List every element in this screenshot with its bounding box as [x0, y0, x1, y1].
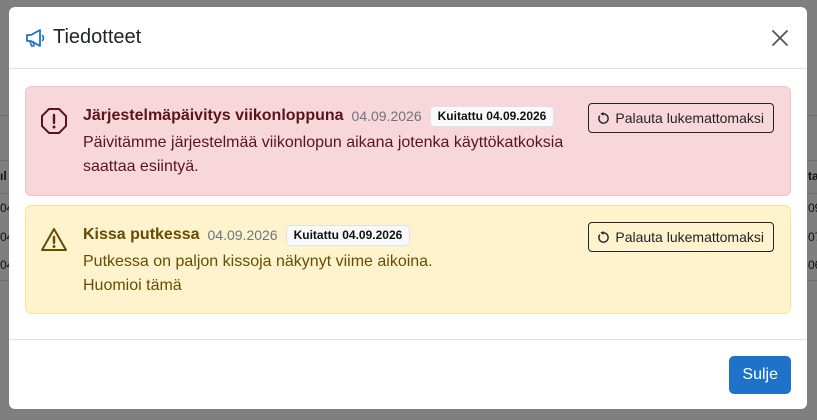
notice-body: Päivitämme järjestelmää viikonlopun aika…: [83, 131, 583, 179]
exclamation-octagon-icon: [40, 107, 68, 135]
notice-content: Järjestelmäpäivitys viikonloppuna 04.09.…: [83, 105, 583, 179]
close-button[interactable]: Sulje: [729, 356, 791, 394]
notice-title: Järjestelmäpäivitys viikonloppuna: [83, 107, 344, 124]
background-cell: 07: [808, 230, 817, 244]
background-cell: ıl: [0, 169, 7, 183]
notice-title-row: Kissa putkessa 04.09.2026 Kuitattu 04.09…: [83, 224, 583, 246]
notice-body-line: saattaa esiintyä.: [83, 158, 199, 175]
mark-unread-label: Palauta lukemattomaksi: [615, 229, 764, 245]
notice-content: Kissa putkessa 04.09.2026 Kuitattu 04.09…: [83, 224, 583, 298]
notice-body-line: Putkessa on paljon kissoja näkynyt viime…: [83, 253, 433, 270]
background-cell: 06: [808, 258, 817, 272]
background-cell: 09: [808, 201, 817, 215]
background-cell: ta: [808, 169, 817, 183]
modal-body: Järjestelmäpäivitys viikonloppuna 04.09.…: [9, 70, 807, 339]
mark-unread-label: Palauta lukemattomaksi: [615, 110, 764, 126]
restore-icon: [597, 230, 610, 244]
notice-body-line: Päivitämme järjestelmää viikonlopun aika…: [83, 134, 564, 151]
close-icon[interactable]: [768, 26, 792, 50]
notice-body: Putkessa on paljon kissoja näkynyt viime…: [83, 250, 583, 298]
notice-date: 04.09.2026: [351, 108, 422, 124]
notice-title-row: Järjestelmäpäivitys viikonloppuna 04.09.…: [83, 105, 583, 127]
acknowledged-badge: Kuitattu 04.09.2026: [285, 224, 411, 246]
exclamation-triangle-icon: [40, 226, 68, 254]
acknowledged-badge: Kuitattu 04.09.2026: [429, 105, 555, 127]
megaphone-icon: [25, 27, 47, 49]
modal-title: Tiedotteet: [53, 26, 142, 48]
restore-icon: [597, 111, 610, 125]
modal-header: Tiedotteet: [9, 7, 807, 69]
mark-unread-button[interactable]: Palauta lukemattomaksi: [588, 103, 774, 133]
notice-title: Kissa putkessa: [83, 226, 200, 243]
notices-modal: Tiedotteet Järjestelmäpäivitys viikonlop…: [9, 7, 807, 409]
notice-alert-warning: Kissa putkessa 04.09.2026 Kuitattu 04.09…: [25, 205, 791, 314]
notice-date: 04.09.2026: [207, 227, 278, 243]
modal-footer: Sulje: [9, 339, 807, 409]
notice-alert-danger: Järjestelmäpäivitys viikonloppuna 04.09.…: [25, 86, 791, 196]
mark-unread-button[interactable]: Palauta lukemattomaksi: [588, 222, 774, 252]
notice-body-line: Huomioi tämä: [83, 277, 182, 294]
